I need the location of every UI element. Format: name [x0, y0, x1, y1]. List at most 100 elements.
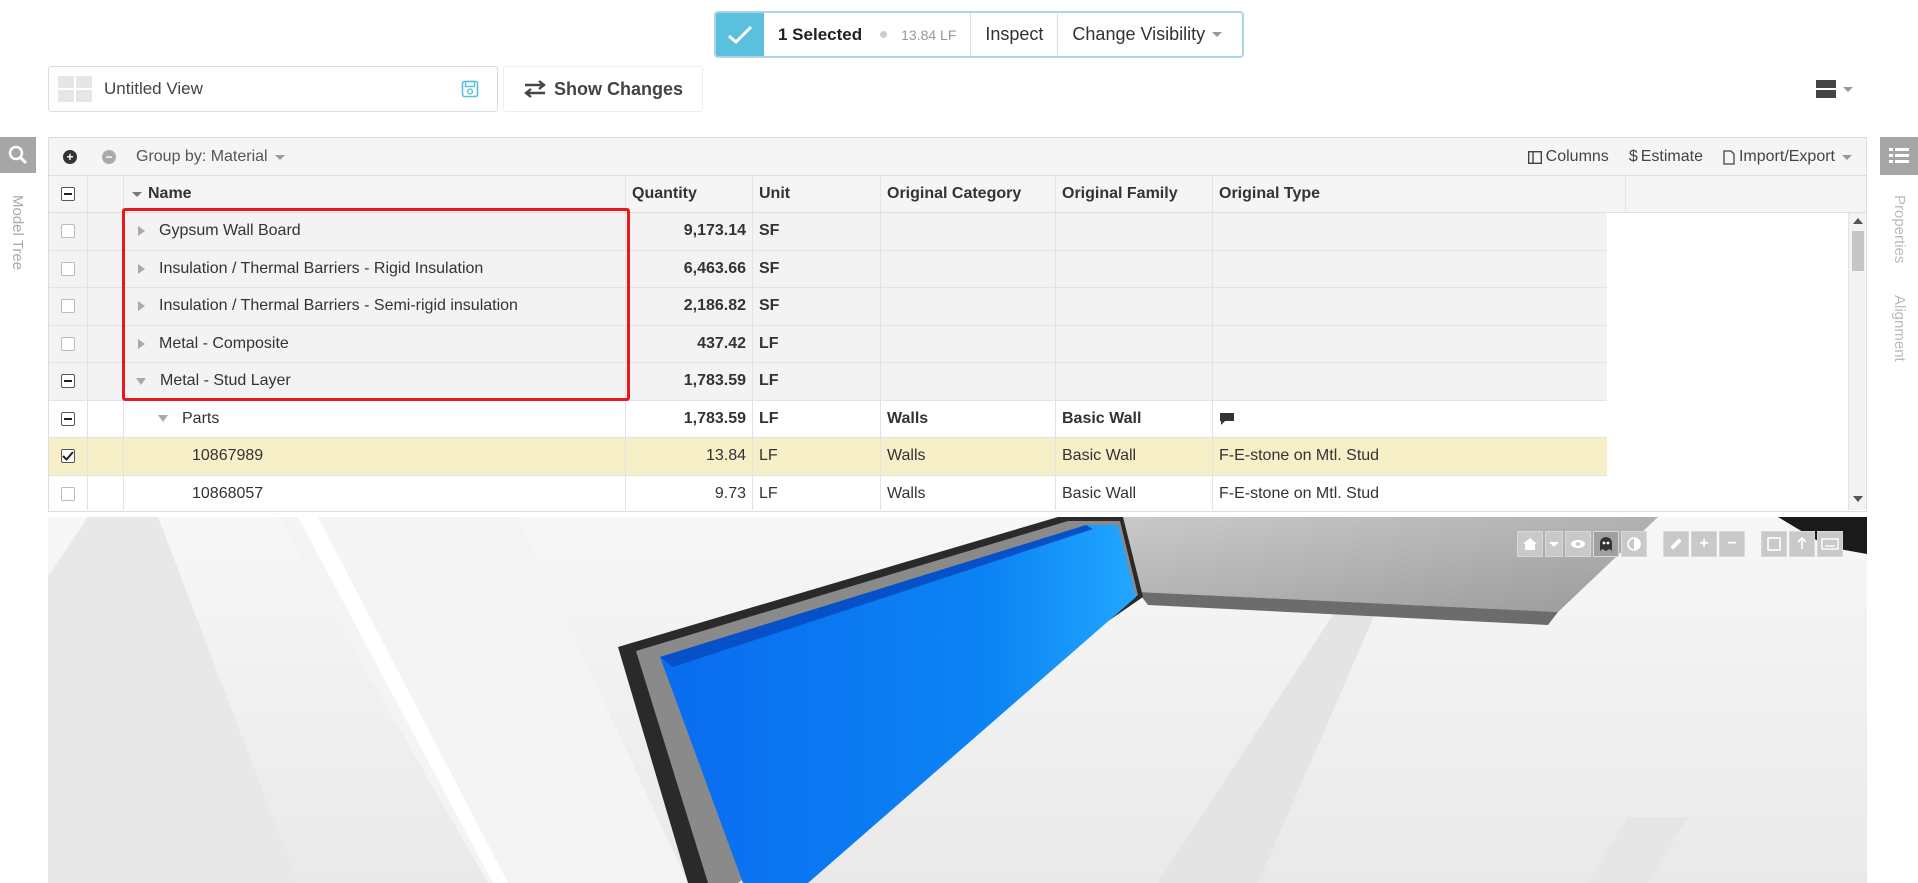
- file-icon: [1723, 149, 1735, 165]
- scroll-up-icon[interactable]: [1853, 218, 1863, 224]
- column-header-type[interactable]: Original Type: [1213, 176, 1626, 212]
- list-icon: [1889, 148, 1909, 163]
- model-render: [48, 517, 1867, 883]
- header-spacer: [88, 176, 124, 212]
- view-name-input[interactable]: Untitled View: [104, 79, 461, 99]
- row-name-cell: Parts: [124, 400, 626, 437]
- row-type: [1213, 325, 1626, 362]
- select-all-check-button[interactable]: [716, 13, 764, 56]
- checkbox-icon: [61, 336, 75, 351]
- row-unit: LF: [753, 363, 881, 400]
- selection-toolbar: 1 Selected 13.84 LF Inspect Change Visib…: [714, 11, 1244, 58]
- plus-icon: +: [66, 150, 74, 164]
- row-name: 10868057: [192, 484, 264, 502]
- caret-down-icon: [1549, 541, 1559, 547]
- row-checkbox[interactable]: [49, 363, 88, 400]
- home-button[interactable]: [1517, 531, 1543, 557]
- grid-scrollbar[interactable]: [1848, 213, 1866, 510]
- layout-icon: [1816, 80, 1836, 98]
- row-spacer: [88, 438, 124, 475]
- row-name: Parts: [182, 409, 220, 427]
- table-row[interactable]: Parts 1,783.59 LF Walls Basic Wall: [49, 400, 1866, 438]
- ghost-button[interactable]: [1593, 531, 1619, 557]
- scroll-thumb[interactable]: [1852, 231, 1864, 271]
- import-export-dropdown[interactable]: Import/Export: [1723, 148, 1852, 166]
- export-button[interactable]: [1789, 531, 1815, 557]
- row-family: [1056, 363, 1213, 400]
- row-family: [1056, 288, 1213, 325]
- row-quantity: 6,463.66: [626, 250, 753, 287]
- home-dropdown[interactable]: [1545, 531, 1563, 557]
- row-checkbox[interactable]: [49, 213, 88, 250]
- collapse-arrow-icon[interactable]: [158, 415, 168, 423]
- save-icon[interactable]: [461, 80, 479, 98]
- estimate-button[interactable]: $ Estimate: [1629, 148, 1703, 166]
- change-visibility-label: Change Visibility: [1072, 24, 1206, 44]
- row-checkbox[interactable]: [49, 250, 88, 287]
- estimate-label: Estimate: [1640, 148, 1703, 165]
- row-quantity: 9.73: [626, 475, 753, 510]
- column-header-family[interactable]: Original Family: [1056, 176, 1213, 212]
- row-checkbox[interactable]: [49, 475, 88, 510]
- zoom-out-button[interactable]: −: [1719, 531, 1745, 557]
- minus-icon: −: [105, 150, 113, 164]
- checkbox-icon: [61, 224, 75, 239]
- contrast-button[interactable]: [1621, 531, 1647, 557]
- row-spacer: [88, 288, 124, 325]
- indeterminate-checkbox-icon: [61, 374, 75, 389]
- row-name: 10867989: [192, 447, 264, 465]
- show-changes-button[interactable]: Show Changes: [503, 66, 703, 112]
- group-by-label: Group by: Material: [136, 148, 268, 165]
- column-header-quantity[interactable]: Quantity: [626, 176, 753, 212]
- zoom-in-button[interactable]: +: [1691, 531, 1717, 557]
- expand-all-button[interactable]: +: [63, 150, 77, 164]
- frame-button[interactable]: [1761, 531, 1787, 557]
- list-tab[interactable]: [1880, 137, 1918, 175]
- upload-icon: [1797, 537, 1807, 549]
- caret-down-icon: [1212, 32, 1223, 37]
- keyboard-button[interactable]: [1817, 531, 1843, 557]
- change-visibility-dropdown[interactable]: Change Visibility: [1057, 13, 1236, 56]
- column-header-category[interactable]: Original Category: [881, 176, 1056, 212]
- model-tree-tab[interactable]: Model Tree: [9, 195, 26, 270]
- column-header-name[interactable]: Name: [124, 176, 626, 212]
- zoom-out-icon: −: [1727, 535, 1737, 552]
- search-tab[interactable]: [0, 137, 36, 173]
- row-checkbox[interactable]: [49, 325, 88, 362]
- home-icon: [1523, 538, 1537, 550]
- model-viewer[interactable]: + −: [48, 517, 1867, 883]
- alignment-tab[interactable]: Alignment: [1891, 295, 1908, 362]
- layout-dropdown[interactable]: [1816, 80, 1853, 98]
- row-family: [1056, 250, 1213, 287]
- row-type: [1213, 400, 1626, 437]
- row-family: [1056, 325, 1213, 362]
- row-unit: LF: [753, 325, 881, 362]
- group-by-dropdown[interactable]: Group by: Material: [136, 148, 285, 166]
- select-all-checkbox[interactable]: [49, 176, 88, 212]
- selection-measure: 13.84 LF: [901, 26, 957, 43]
- zoom-in-icon: +: [1699, 535, 1709, 552]
- table-row-selected[interactable]: 10867989 13.84 LF Walls Basic Wall F-E-s…: [49, 438, 1866, 476]
- comment-icon[interactable]: [1219, 412, 1235, 426]
- table-row[interactable]: 10868057 9.73 LF Walls Basic Wall F-E-st…: [49, 475, 1866, 510]
- checkbox-icon: [61, 299, 75, 314]
- row-checkbox[interactable]: [49, 288, 88, 325]
- row-category: [881, 363, 1056, 400]
- checkbox-icon: [61, 261, 75, 276]
- visibility-button[interactable]: [1565, 531, 1591, 557]
- collapse-all-button[interactable]: −: [102, 150, 116, 164]
- inspect-button[interactable]: Inspect: [970, 13, 1057, 56]
- row-unit: LF: [753, 400, 881, 437]
- column-header-unit[interactable]: Unit: [753, 176, 881, 212]
- row-type: [1213, 288, 1626, 325]
- row-unit: SF: [753, 213, 881, 250]
- columns-button[interactable]: Columns: [1527, 148, 1609, 166]
- row-type: [1213, 213, 1626, 250]
- search-icon: [8, 145, 28, 165]
- properties-tab[interactable]: Properties: [1891, 195, 1908, 263]
- row-checkbox[interactable]: [49, 400, 88, 437]
- row-checkbox[interactable]: [49, 438, 88, 475]
- row-family: Basic Wall: [1056, 438, 1213, 475]
- scroll-down-icon[interactable]: [1853, 496, 1863, 502]
- measure-button[interactable]: [1663, 531, 1689, 557]
